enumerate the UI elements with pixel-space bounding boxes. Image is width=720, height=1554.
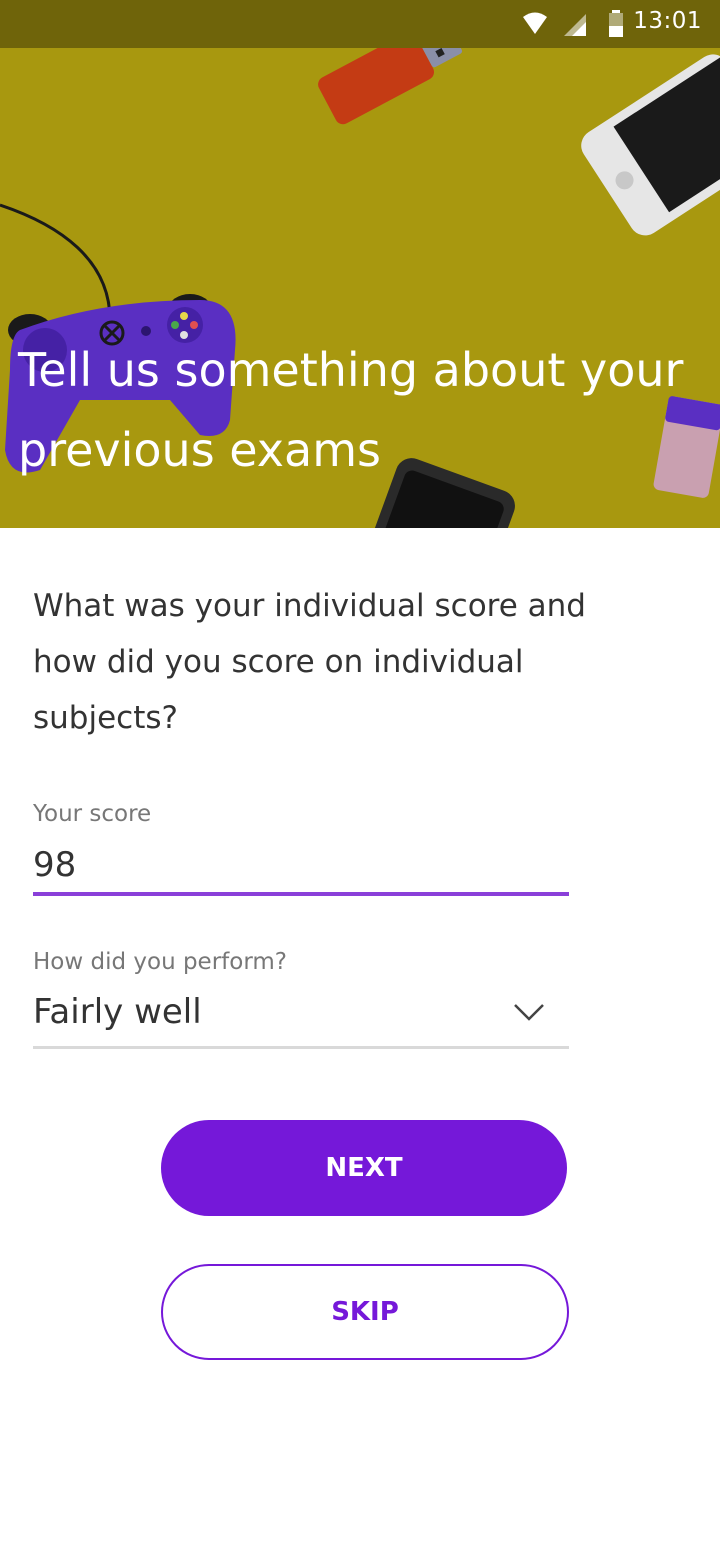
status-bar: 13:01 bbox=[0, 0, 720, 48]
wifi-icon bbox=[523, 12, 547, 34]
performance-field-label: How did you perform? bbox=[33, 949, 287, 975]
smartphone-icon bbox=[581, 50, 720, 236]
performance-dropdown[interactable]: Fairly well bbox=[33, 986, 569, 1049]
status-time: 13:01 bbox=[633, 8, 702, 34]
header-hero: Tell us something about your previous ex… bbox=[0, 0, 720, 528]
next-button[interactable]: NEXT bbox=[161, 1120, 567, 1216]
skip-button[interactable]: SKIP bbox=[161, 1264, 569, 1360]
question-text: What was your individual score and how d… bbox=[33, 588, 586, 736]
chevron-down-icon bbox=[514, 1004, 544, 1021]
battery-icon bbox=[609, 10, 623, 37]
performance-selected-value: Fairly well bbox=[33, 992, 202, 1032]
signal-icon bbox=[564, 14, 586, 36]
score-field-label: Your score bbox=[33, 801, 152, 827]
score-input[interactable] bbox=[33, 838, 569, 896]
screen: Tell us something about your previous ex… bbox=[0, 0, 720, 1554]
page-title: Tell us something about your previous ex… bbox=[18, 343, 684, 477]
